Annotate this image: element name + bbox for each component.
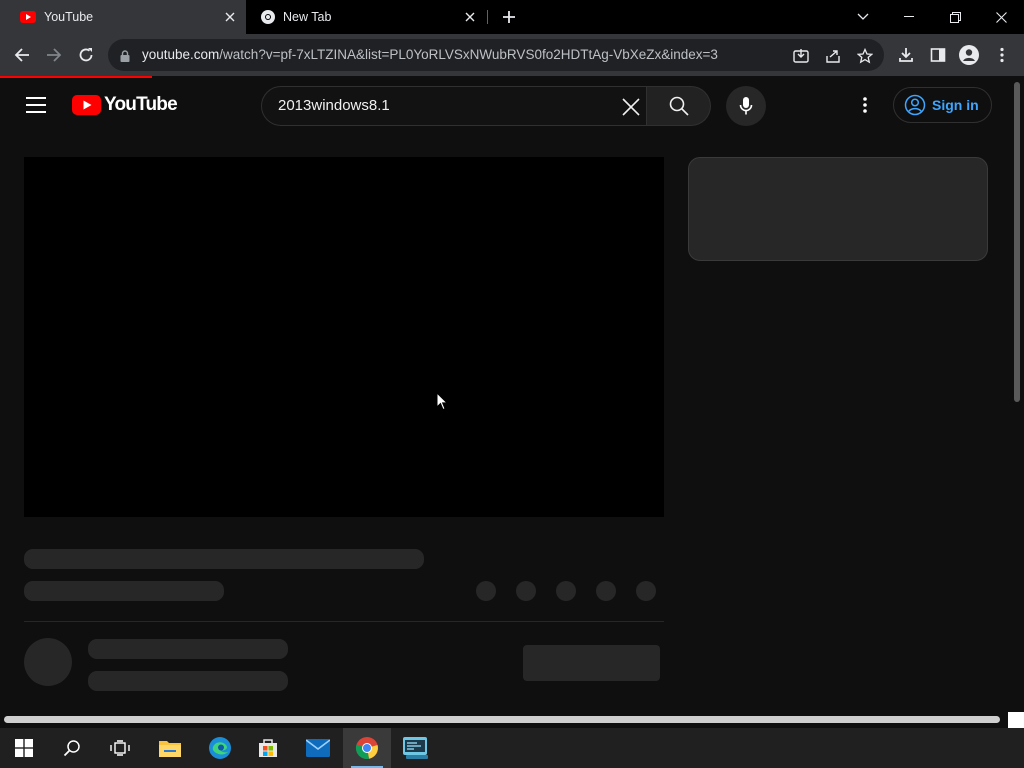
- youtube-favicon-icon: [20, 11, 36, 26]
- address-url: youtube.com/watch?v=pf-7xLTZINA&list=PL0…: [142, 47, 718, 62]
- tab-title: New Tab: [283, 10, 332, 24]
- chrome-icon[interactable]: [343, 728, 391, 768]
- install-app-icon[interactable]: [792, 47, 810, 65]
- url-path: /watch?v=pf-7xLTZINA&list=PL0YoRLVSxNWub…: [219, 47, 718, 62]
- search-button[interactable]: [647, 86, 711, 126]
- clear-search-icon[interactable]: [620, 96, 642, 118]
- voice-search-button[interactable]: [726, 86, 766, 126]
- file-explorer-icon[interactable]: [146, 728, 194, 768]
- close-window-button[interactable]: [978, 0, 1024, 34]
- search-icon: [669, 96, 689, 116]
- restore-button[interactable]: [932, 0, 978, 34]
- video-title-placeholder: [24, 549, 424, 569]
- channel-subs-placeholder: [88, 671, 288, 691]
- horizontal-scrollbar[interactable]: [0, 712, 1024, 728]
- close-tab-icon[interactable]: [222, 9, 238, 25]
- tab-youtube[interactable]: YouTube: [0, 0, 246, 34]
- tab-title: YouTube: [44, 10, 94, 24]
- video-meta-placeholder: [24, 581, 224, 601]
- search-input[interactable]: 2013windows8.1: [261, 86, 647, 126]
- tab-search-chevron-down-icon[interactable]: [840, 0, 886, 34]
- vertical-scrollbar[interactable]: [1012, 78, 1024, 712]
- windows-start-icon[interactable]: [0, 728, 48, 768]
- chrome-menu-icon[interactable]: [991, 44, 1013, 66]
- browser-toolbar: youtube.com/watch?v=pf-7xLTZINA&list=PL0…: [0, 34, 1024, 76]
- url-host: youtube.com: [142, 47, 220, 62]
- microsoft-store-icon[interactable]: [244, 728, 292, 768]
- settings-more-icon[interactable]: [856, 93, 874, 117]
- guide-menu-icon[interactable]: [26, 97, 46, 113]
- close-tab-icon[interactable]: [462, 9, 478, 25]
- back-button[interactable]: [10, 43, 34, 67]
- youtube-logo[interactable]: YouTube: [72, 94, 178, 116]
- minimize-button[interactable]: [886, 0, 932, 34]
- side-panel-icon[interactable]: [927, 44, 949, 66]
- lock-icon[interactable]: [120, 49, 130, 67]
- action-button-placeholder: [596, 581, 616, 601]
- chrome-favicon-icon: [260, 9, 276, 28]
- tab-separator: [487, 10, 488, 24]
- channel-avatar-placeholder: [24, 638, 72, 686]
- search-query-text: 2013windows8.1: [278, 97, 390, 114]
- address-bar[interactable]: youtube.com/watch?v=pf-7xLTZINA&list=PL0…: [108, 39, 884, 71]
- mail-icon[interactable]: [294, 728, 342, 768]
- browser-tabstrip: YouTube New Tab: [0, 0, 1024, 34]
- vertical-scrollbar-thumb[interactable]: [1014, 82, 1020, 402]
- sign-in-label: Sign in: [932, 97, 979, 113]
- new-tab-button[interactable]: [498, 6, 520, 28]
- account-circle-icon: [904, 94, 926, 116]
- divider: [24, 621, 664, 622]
- reload-button[interactable]: [74, 43, 98, 67]
- action-button-placeholder: [556, 581, 576, 601]
- edge-icon[interactable]: [196, 728, 244, 768]
- action-button-placeholder: [476, 581, 496, 601]
- task-view-icon[interactable]: [96, 728, 144, 768]
- youtube-play-logo-icon: [72, 95, 101, 115]
- scrollbar-corner: [1008, 712, 1024, 728]
- bookmark-star-icon[interactable]: [856, 47, 874, 65]
- microphone-icon: [739, 97, 753, 115]
- sign-in-button[interactable]: Sign in: [893, 87, 992, 123]
- video-player[interactable]: [24, 157, 664, 517]
- youtube-page: YouTube 2013windows8.1 Sign in: [0, 78, 1012, 712]
- horizontal-scrollbar-thumb[interactable]: [4, 716, 1000, 723]
- profile-avatar-icon[interactable]: [958, 44, 980, 66]
- forward-button[interactable]: [42, 43, 66, 67]
- channel-name-placeholder: [88, 639, 288, 659]
- downloads-icon[interactable]: [895, 44, 917, 66]
- sidebar-placeholder-card: [688, 157, 988, 261]
- action-button-placeholder: [516, 581, 536, 601]
- mouse-cursor-icon: [436, 391, 449, 416]
- action-button-placeholder: [636, 581, 656, 601]
- subscribe-button-placeholder: [523, 645, 660, 681]
- share-icon[interactable]: [824, 47, 842, 65]
- tab-new-tab[interactable]: New Tab: [248, 0, 486, 34]
- windows-taskbar: [0, 728, 1024, 768]
- search-icon[interactable]: [48, 728, 96, 768]
- youtube-wordmark: YouTube: [104, 94, 178, 115]
- app-icon[interactable]: [392, 728, 440, 768]
